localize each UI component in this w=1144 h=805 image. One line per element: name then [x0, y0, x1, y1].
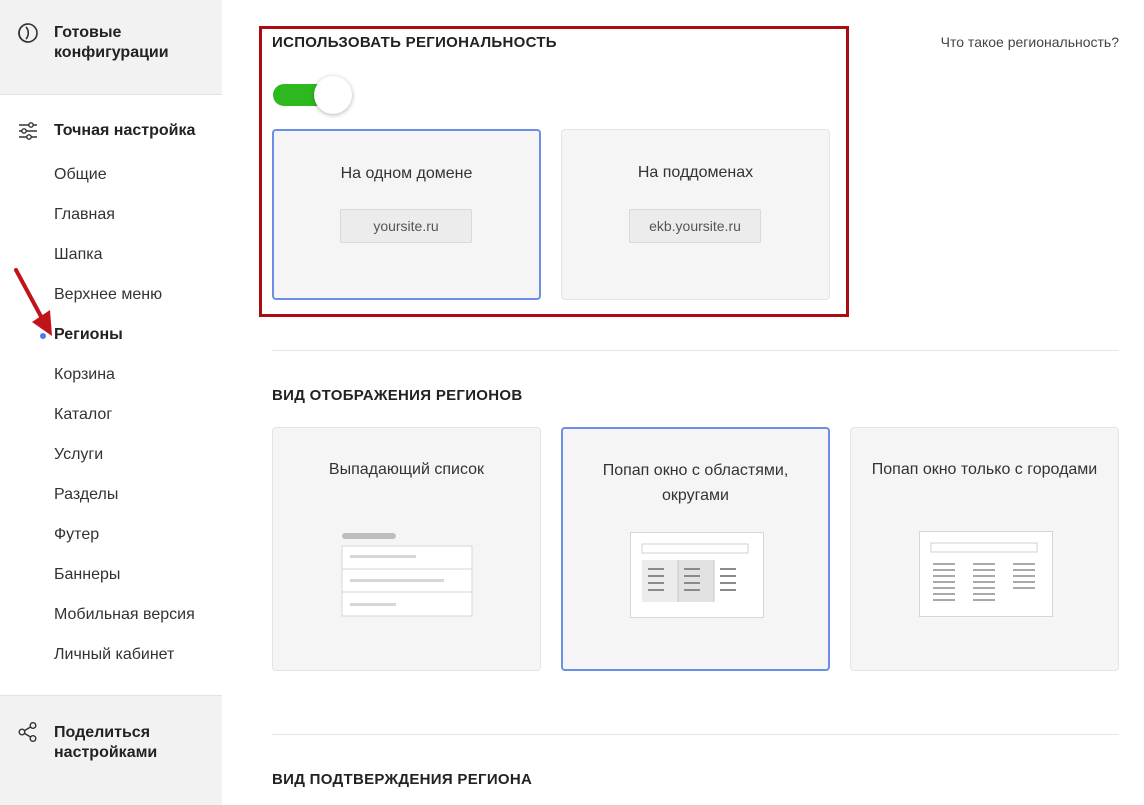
display-title: ВИД ОТОБРАЖЕНИЯ РЕГИОНОВ [272, 387, 523, 404]
regionality-toggle[interactable] [273, 76, 353, 116]
menu-item-cart[interactable]: Корзина [54, 362, 195, 402]
menu-item-regions[interactable]: Регионы [40, 322, 195, 362]
sidebar: Готовые конфигурации Точная настройка Об… [0, 0, 222, 805]
configs-icon [18, 23, 38, 43]
red-arrow-annotation [14, 268, 52, 336]
option-popup-cities[interactable]: Попап окно только с городами [850, 427, 1119, 671]
regionality-title: ИСПОЛЬЗОВАТЬ РЕГИОНАЛЬНОСТЬ [272, 34, 557, 51]
section-divider [272, 734, 1119, 735]
fine-tune-title: Точная настройка [54, 122, 196, 139]
option-dropdown-list-label: Выпадающий список [328, 461, 485, 478]
menu-item-main[interactable]: Главная [54, 202, 195, 242]
menu-item-account[interactable]: Личный кабинет [54, 642, 195, 682]
ready-configs-section[interactable]: Готовые конфигурации [0, 0, 222, 95]
settings-menu: Общие Главная Шапка Верхнее меню Регионы… [40, 162, 195, 682]
ready-configs-title: Готовые конфигурации [54, 24, 169, 61]
share-settings-title: Поделиться настройками [54, 724, 158, 761]
popup-cities-preview-icon [919, 531, 1053, 617]
menu-item-banners[interactable]: Баннеры [54, 562, 195, 602]
menu-item-header[interactable]: Шапка [54, 242, 195, 282]
menu-item-top-menu[interactable]: Верхнее меню [54, 282, 195, 322]
share-icon [18, 722, 37, 742]
toggle-knob [314, 76, 352, 114]
main-content: ИСПОЛЬЗОВАТЬ РЕГИОНАЛЬНОСТЬ Что такое ре… [222, 0, 1144, 805]
option-subdomains-label: На поддоменах [637, 164, 754, 181]
section-divider [272, 350, 1119, 351]
option-single-domain[interactable]: На одном домене yoursite.ru [272, 129, 541, 300]
option-subdomains[interactable]: На поддоменах ekb.yoursite.ru [561, 129, 830, 300]
option-popup-regions-label: Попап окно с областями, округами [602, 462, 789, 504]
subdomain-example: ekb.yoursite.ru [629, 209, 761, 243]
option-popup-cities-label: Попап окно только с городами [871, 461, 1098, 478]
menu-item-general[interactable]: Общие [54, 162, 195, 202]
dropdown-preview-icon [340, 531, 474, 619]
domain-example: yoursite.ru [340, 209, 472, 243]
option-popup-regions[interactable]: Попап окно с областями, округами [561, 427, 830, 671]
regionality-help-link[interactable]: Что такое региональность? [941, 34, 1119, 50]
menu-item-catalog[interactable]: Каталог [54, 402, 195, 442]
menu-item-sections[interactable]: Разделы [54, 482, 195, 522]
confirm-title: ВИД ПОДТВЕРЖДЕНИЯ РЕГИОНА [272, 771, 533, 788]
menu-item-services[interactable]: Услуги [54, 442, 195, 482]
menu-item-regions-label: Регионы [54, 326, 123, 343]
fine-tune-header[interactable]: Точная настройка [0, 118, 222, 144]
option-dropdown-list[interactable]: Выпадающий список [272, 427, 541, 671]
option-single-domain-label: На одном домене [340, 165, 473, 182]
menu-item-footer[interactable]: Футер [54, 522, 195, 562]
menu-item-mobile[interactable]: Мобильная версия [54, 602, 195, 642]
sliders-icon [19, 122, 37, 140]
popup-regions-preview-icon [630, 532, 764, 618]
share-settings-section[interactable]: Поделиться настройками [0, 695, 222, 805]
